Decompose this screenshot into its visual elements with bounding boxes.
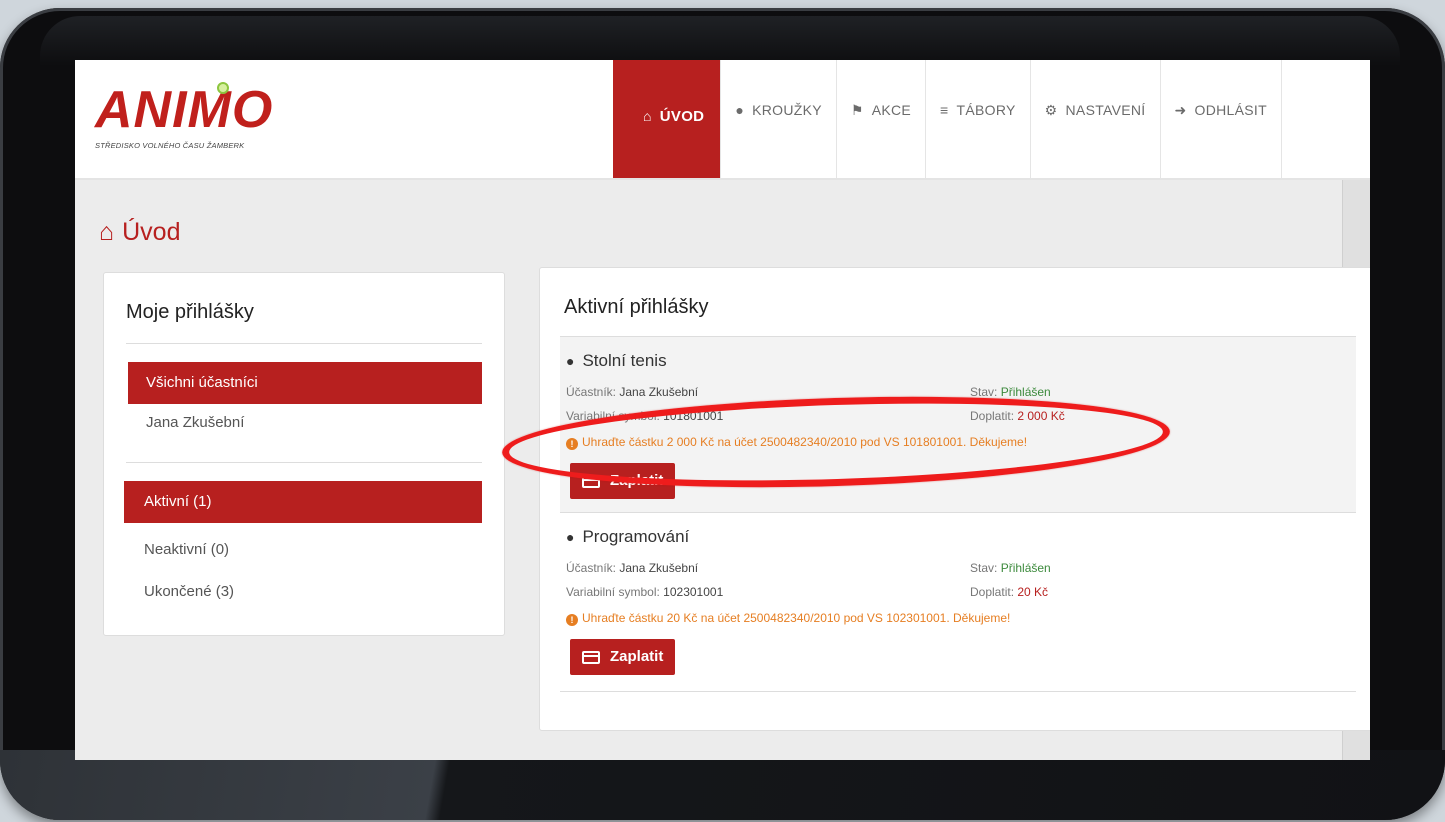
participant-label: Účastník: [566,561,617,575]
filter-active[interactable]: Aktivní (1) [124,481,482,523]
nav-item-akce[interactable]: ⚑ AKCE [837,60,927,180]
participant-info: Účastník: Jana Zkušební [566,561,698,575]
home-icon: ⌂ [643,108,652,124]
nav-item-tabory[interactable]: ≡ TÁBORY [926,60,1031,180]
course-name: ● Programování [566,527,689,547]
warning-text: Uhraďte částku 2 000 Kč na účet 25004823… [582,435,1028,449]
course-card: ● Stolní tenis Účastník: Jana Zkušební St… [560,336,1356,512]
due-label: Doplatit: [970,585,1015,599]
nav-item-krouzky[interactable]: ● KROUŽKY [721,60,837,180]
course-name-text: Programování [582,527,690,546]
state-label: Stav: [970,385,998,399]
state-info: Stav: Přihlášen [970,561,1051,575]
vs-value: 102301001 [663,585,724,599]
participant-info: Účastník: Jana Zkušební [566,385,698,399]
page-title: ⌂ Úvod [99,218,180,247]
lightbulb-icon: ● [566,529,575,545]
info-icon: ! [566,614,578,626]
participant-item[interactable]: Jana Zkušební [146,414,244,431]
nav-item-uvod[interactable]: ⌂ ÚVOD [613,60,722,180]
vs-label: Variabilní symbol: [566,409,660,423]
panel-title: Aktivní přihlášky [564,296,709,318]
nav-item-odhlasit[interactable]: ➜ ODHLÁSIT [1161,60,1282,180]
all-participants-filter[interactable]: Všichni účastníci [128,362,482,404]
divider [126,343,482,344]
logo-title: ANIMO [95,81,274,139]
credit-card-icon [582,650,600,664]
participant-name: Jana Zkušební [619,385,699,399]
participant-name: Jana Zkušební [619,561,699,575]
state-value: Přihlášen [1000,385,1051,399]
divider [126,462,482,463]
filter-ended[interactable]: Ukončené (3) [144,583,234,600]
trophy-icon: ⚑ [850,102,864,118]
vs-value: 101801001 [663,409,724,423]
logout-icon: ➜ [1174,102,1187,118]
state-info: Stav: Přihlášen [970,385,1051,399]
due-label: Doplatit: [970,409,1015,423]
screen: ANIMO STŘEDISKO VOLNÉHO ČASU ŽAMBERK ⌂ Ú… [75,60,1370,760]
info-icon: ! [566,438,578,450]
logo-ball-icon [217,82,229,94]
site-header: ANIMO STŘEDISKO VOLNÉHO ČASU ŽAMBERK ⌂ Ú… [75,60,1370,180]
payment-warning: ! Uhraďte částku 2 000 Kč na účet 2500482… [566,435,1027,450]
animo-logo[interactable]: ANIMO STŘEDISKO VOLNÉHO ČASU ŽAMBERK [95,82,315,162]
payment-warning: ! Uhraďte částku 20 Kč na účet 2500482340… [566,611,1010,626]
state-value: Přihlášen [1000,561,1051,575]
course-card: ● Programování Účastník: Jana Zkušební St… [560,512,1356,692]
lightbulb-icon: ● [735,102,745,118]
home-icon: ⌂ [99,218,115,246]
course-name-text: Stolní tenis [582,351,667,370]
warning-text: Uhraďte částku 20 Kč na účet 2500482340/… [582,611,1011,625]
filter-inactive[interactable]: Neaktivní (0) [144,541,229,558]
active-applications-panel: Aktivní přihlášky ● Stolní tenis Účastník… [539,267,1370,731]
vs-label: Variabilní symbol: [566,585,660,599]
state-label: Stav: [970,561,998,575]
lightbulb-icon: ● [566,353,575,369]
credit-card-icon [582,474,600,488]
pay-button-label: Zaplatit [610,648,664,665]
logo-subtitle: STŘEDISKO VOLNÉHO ČASU ŽAMBERK [95,141,245,150]
vs-info: Variabilní symbol: 101801001 [566,409,723,423]
pay-button[interactable]: Zaplatit [570,463,676,499]
nav-label: ÚVOD [659,108,705,125]
due-value: 20 Kč [1017,585,1049,599]
header-border [75,178,1370,180]
gear-icon: ⚙ [1044,102,1058,118]
nav-item-nastaveni[interactable]: ⚙ NASTAVENÍ [1031,60,1161,180]
due-value: 2 000 Kč [1017,409,1065,423]
page-title-text: Úvod [122,218,181,246]
pay-button[interactable]: Zaplatit [570,639,676,675]
due-info: Doplatit: 2 000 Kč [970,409,1065,423]
due-info: Doplatit: 20 Kč [970,585,1048,599]
vs-info: Variabilní symbol: 102301001 [566,585,723,599]
nav-label: NASTAVENÍ [1065,102,1146,118]
tablet-top-bezel [40,16,1400,66]
participant-label: Účastník: [566,385,617,399]
nav-label: ODHLÁSIT [1194,102,1267,118]
nav-label: TÁBORY [956,102,1016,118]
panel-title: Moje přihlášky [126,301,254,323]
signpost-icon: ≡ [940,102,949,118]
main-nav: ⌂ ÚVOD ● KROUŽKY ⚑ AKCE ≡ TÁBORY ⚙ NASTA… [613,60,1282,180]
my-applications-panel: Moje přihlášky Všichni účastníci Jana Zk… [103,272,505,636]
nav-label: KROUŽKY [752,102,822,118]
nav-label: AKCE [871,102,912,118]
pay-button-label: Zaplatit [610,472,664,489]
course-name: ● Stolní tenis [566,351,667,371]
tablet-bottom-bezel [0,750,1445,820]
